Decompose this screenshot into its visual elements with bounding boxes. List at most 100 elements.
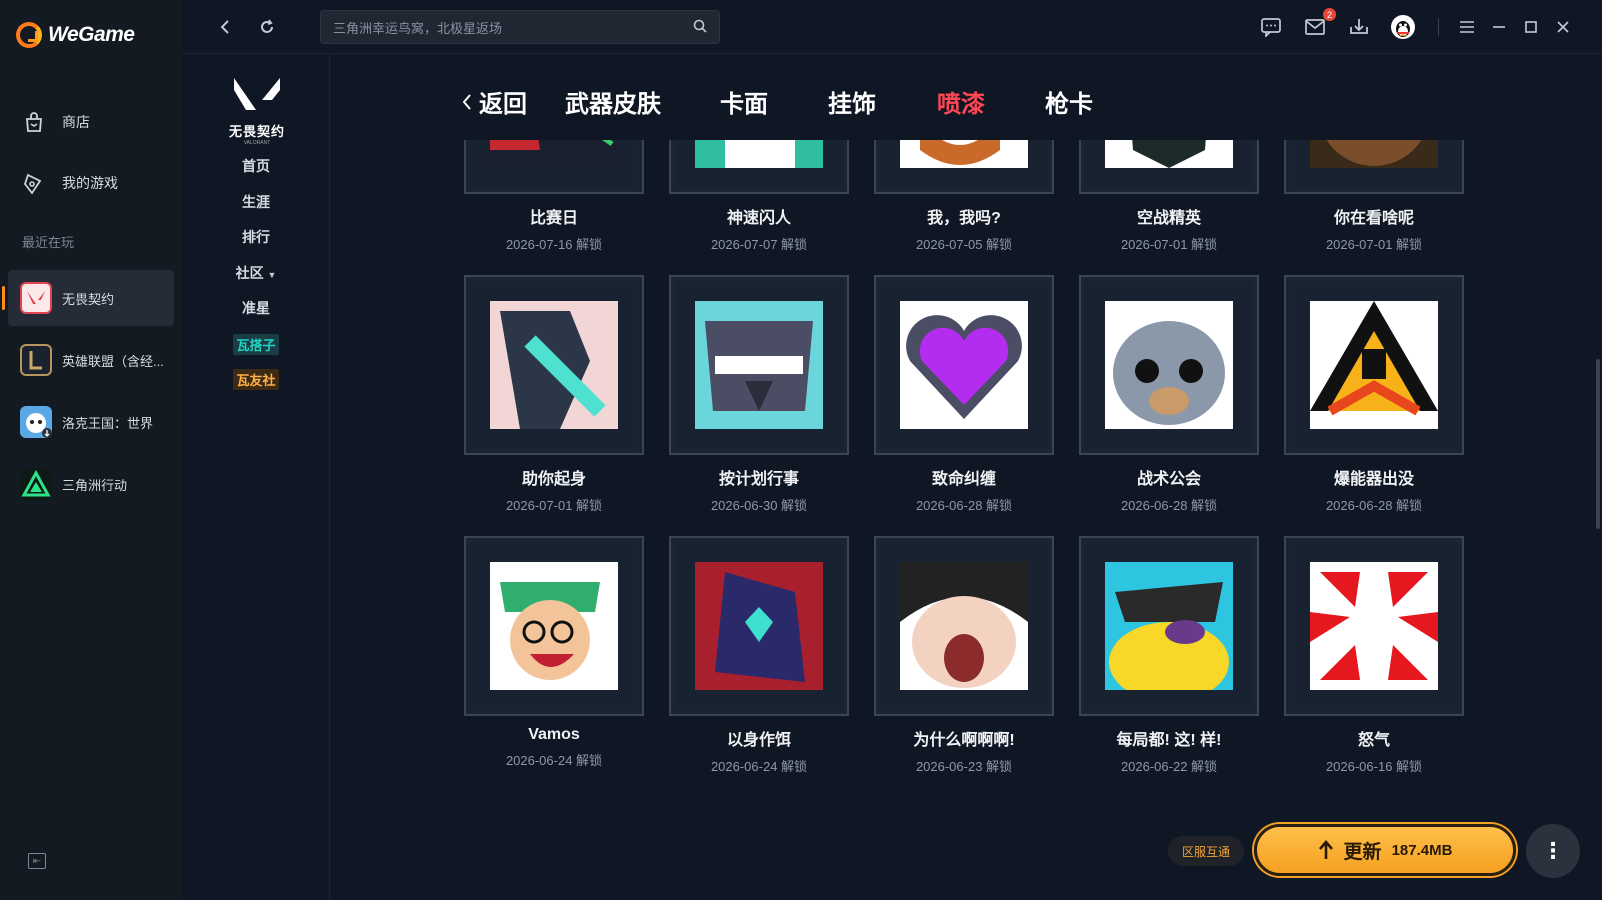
subnav-crosshair[interactable]: 准星 <box>182 298 330 318</box>
league-icon <box>20 344 52 376</box>
minimize-icon[interactable] <box>1486 14 1512 40</box>
spray-frame <box>669 275 849 455</box>
game-title: 无畏契约 <box>228 124 285 139</box>
spray-frame-inner <box>1085 281 1253 449</box>
spray-card[interactable]: Vamos 2026-06-24 解锁 <box>464 536 644 769</box>
spray-date: 2026-07-01 解锁 <box>1120 237 1218 252</box>
wegame-logo-icon <box>16 22 42 48</box>
chevron-down-icon: ▼ <box>267 270 277 280</box>
arrow-up-icon <box>1318 840 1333 859</box>
back-button[interactable]: 返回 <box>461 84 527 119</box>
search-input[interactable]: 三角洲幸运鸟窝，北极星返场 <box>320 10 720 44</box>
tab-sprays[interactable]: 喷漆 <box>937 84 985 119</box>
spray-card[interactable]: 以身作饵 2026-06-24 解锁 <box>669 536 849 775</box>
spray-art-plan <box>695 301 823 429</box>
update-button[interactable]: 更新 187.4MB <box>1254 824 1516 876</box>
spray-frame <box>464 536 644 716</box>
spray-frame-inner <box>880 542 1048 710</box>
spray-date: 2026-06-28 解锁 <box>1120 498 1218 513</box>
tab-charms[interactable]: 挂饰 <box>828 84 876 119</box>
spray-name: 比赛日 <box>529 210 578 227</box>
valorant-icon <box>20 282 52 314</box>
valorant-logo-icon <box>234 78 280 110</box>
spray-frame-inner <box>470 281 638 449</box>
subnav-ranking[interactable]: 排行 <box>182 227 330 247</box>
region-interop-badge: 区服互通 <box>1168 836 1244 866</box>
spray-date: 2026-07-01 解锁 <box>505 498 603 513</box>
subnav-community[interactable]: 社区 ▼ <box>182 263 330 283</box>
spray-frame <box>1284 536 1464 716</box>
back-arrow-icon[interactable] <box>212 14 238 40</box>
close-icon[interactable] <box>1550 14 1576 40</box>
spray-name: 按计划行事 <box>718 471 799 488</box>
mail-icon[interactable]: 2 <box>1302 8 1336 40</box>
download-icon[interactable] <box>1346 14 1372 40</box>
maximize-icon[interactable] <box>1518 14 1544 40</box>
spray-card[interactable]: 怒气 2026-06-16 解锁 <box>1284 536 1464 775</box>
mail-badge: 2 <box>1323 8 1336 21</box>
spray-date: 2026-06-24 解锁 <box>505 753 603 768</box>
spray-card[interactable]: 助你起身 2026-07-01 解锁 <box>464 275 644 514</box>
valorant-logo[interactable]: 无畏契约 VALORANT <box>222 74 292 146</box>
spray-name: 以身作饵 <box>726 732 791 749</box>
spray-name: 空战精英 <box>1136 210 1201 227</box>
search-placeholder: 三角洲幸运鸟窝，北极星返场 <box>333 20 503 36</box>
wegame-logo[interactable]: WeGame <box>16 22 135 48</box>
search-icon[interactable] <box>693 19 707 36</box>
spray-name: 爆能器出没 <box>1333 471 1414 488</box>
subnav-career[interactable]: 生涯 <box>182 192 330 212</box>
recent-game-valorant[interactable]: 无畏契约 <box>2 270 174 326</box>
recent-game-league[interactable]: 英雄联盟（含经... <box>8 332 174 388</box>
collapse-sidebar-icon[interactable]: ⇤ <box>28 853 46 869</box>
menu-icon[interactable] <box>1454 14 1480 40</box>
spray-frame-inner <box>675 542 843 710</box>
spray-date: 2026-06-24 解锁 <box>710 759 808 774</box>
subnav-club[interactable]: 瓦友社 <box>182 369 330 390</box>
recent-game-roco[interactable]: 洛克王国：世界 <box>8 394 174 450</box>
roco-icon <box>20 406 52 438</box>
scrollbar[interactable] <box>1596 359 1600 529</box>
spray-frame-inner <box>880 281 1048 449</box>
spray-card[interactable]: 战术公会 2026-06-28 解锁 <box>1079 275 1259 514</box>
delta-force-icon <box>20 468 52 500</box>
spray-card[interactable]: 致命纠缠 2026-06-28 解锁 <box>874 275 1054 514</box>
spray-frame <box>669 536 849 716</box>
spray-name: 致命纠缠 <box>931 471 996 488</box>
nav-store[interactable]: 商店 <box>22 110 90 134</box>
spray-frame <box>1284 275 1464 455</box>
nav-my-games[interactable]: 我的游戏 <box>22 171 118 195</box>
recent-game-label: 三角洲行动 <box>62 477 128 493</box>
partner-pill: 瓦搭子 <box>233 334 279 355</box>
avatar[interactable] <box>1390 14 1416 40</box>
spray-card[interactable]: 为什么啊啊啊! 2026-06-23 解锁 <box>874 536 1054 775</box>
recent-game-label: 洛克王国：世界 <box>62 415 154 431</box>
subnav-community-label: 社区 <box>235 265 264 281</box>
tab-player-cards[interactable]: 枪卡 <box>1045 84 1093 119</box>
chevron-left-icon <box>462 93 471 110</box>
main-content: 返回 武器皮肤 卡面 挂饰 喷漆 枪卡 比赛日 2026-07-16 解锁 神速… <box>331 54 1602 900</box>
tab-weapon-skins[interactable]: 武器皮肤 <box>565 84 661 119</box>
wegame-app: WeGame 商店 我的游戏 最近在玩 无畏契约 英雄联盟（含经... 洛克王国… <box>0 0 1602 900</box>
spray-art-help-up <box>490 301 618 429</box>
tab-cards[interactable]: 卡面 <box>720 84 768 119</box>
spray-art-anger <box>1310 562 1438 690</box>
more-options-icon[interactable]: ⋮ <box>1526 824 1580 878</box>
subnav-partner[interactable]: 瓦搭子 <box>182 334 330 355</box>
spray-art-vamos <box>490 562 618 690</box>
refresh-icon[interactable] <box>254 14 280 40</box>
spray-date: 2026-06-28 解锁 <box>1325 498 1423 513</box>
nav-my-games-label: 我的游戏 <box>62 175 118 191</box>
spray-card[interactable]: 按计划行事 2026-06-30 解锁 <box>669 275 849 514</box>
spray-card[interactable]: 每局都! 这! 样! 2026-06-22 解锁 <box>1079 536 1259 775</box>
top-bar: 三角洲幸运鸟窝，北极星返场 2 <box>182 0 1602 54</box>
recent-game-delta[interactable]: 三角洲行动 <box>8 456 174 512</box>
chat-icon[interactable] <box>1258 14 1284 40</box>
spray-name: 每局都! 这! 样! <box>1116 732 1222 749</box>
game-subnav: 无畏契约 VALORANT 首页 生涯 排行 社区 ▼ 准星 瓦搭子 瓦友社 <box>182 54 330 900</box>
subnav-home[interactable]: 首页 <box>182 156 330 176</box>
spray-card[interactable]: 爆能器出没 2026-06-28 解锁 <box>1284 275 1464 514</box>
game-subtitle: VALORANT <box>243 140 271 146</box>
spray-frame <box>1079 536 1259 716</box>
store-bag-icon <box>22 110 46 134</box>
spray-frame-inner <box>470 542 638 710</box>
